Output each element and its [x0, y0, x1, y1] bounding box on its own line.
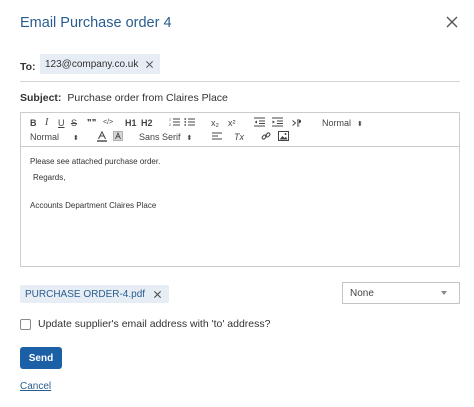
remove-attachment-icon[interactable] [153, 290, 162, 299]
indent-icon [272, 117, 283, 127]
heading1-button[interactable]: H1 [125, 117, 137, 129]
background-color-icon [113, 131, 123, 141]
subject-input[interactable]: Purchase order from Claires Place [67, 92, 227, 104]
to-label: To: [20, 60, 36, 73]
underline-button[interactable]: U [58, 117, 65, 129]
bold-button[interactable]: B [30, 117, 37, 129]
recipient-email: 123@company.co.uk [45, 58, 139, 70]
close-icon [446, 16, 458, 28]
blockquote-button[interactable]: ❞❞ [87, 117, 96, 129]
italic-button[interactable]: I [45, 117, 48, 129]
body-line-signature: Accounts Department Claires Place [30, 201, 157, 210]
editor-toolbar: B I U S ❞❞ </> H1 H2 12 x₂ x² ⁋ Normal ⬍ … [21, 113, 459, 147]
text-direction-button[interactable]: ⁋ [292, 117, 302, 129]
clear-format-button[interactable]: Tx [234, 131, 244, 143]
attachment-chip[interactable]: PURCHASE ORDER-4.pdf [20, 285, 170, 303]
send-button[interactable]: Send [20, 347, 62, 369]
svg-text:1: 1 [169, 118, 171, 122]
image-icon [278, 131, 289, 141]
bullet-list-button[interactable] [184, 117, 195, 129]
indent-button[interactable] [272, 117, 283, 129]
ordered-list-button[interactable]: 12 [169, 117, 180, 129]
chevron-down-icon [441, 291, 447, 295]
font-select-value: Sans Serif [139, 132, 181, 142]
outdent-icon [254, 117, 265, 127]
font-select[interactable]: Sans Serif ⬍ [139, 131, 192, 143]
template-select-value: None [350, 287, 374, 299]
font-select-caret-icon: ⬍ [186, 135, 193, 142]
to-row: To: 123@company.co.uk [20, 52, 460, 82]
text-color-icon [97, 130, 107, 142]
ordered-list-icon: 12 [169, 118, 180, 127]
align-button[interactable] [212, 131, 222, 143]
outdent-button[interactable] [254, 117, 265, 129]
strike-button[interactable]: S [71, 117, 77, 129]
template-select[interactable]: None [342, 282, 460, 304]
background-color-button[interactable] [113, 131, 123, 143]
code-block-button[interactable]: </> [103, 117, 113, 129]
subject-row: Subject: Purchase order from Claires Pla… [20, 88, 460, 108]
text-color-button[interactable] [97, 130, 107, 143]
header-select-caret-icon: ⬍ [73, 135, 79, 142]
update-email-label[interactable]: Update supplier's email address with 'to… [38, 318, 270, 330]
body-blank-line [30, 185, 450, 199]
email-body-editor[interactable]: Please see attached purchase order. Rega… [21, 147, 459, 221]
size-select-value: Normal [322, 118, 352, 128]
header-select[interactable]: Normal ⬍ [30, 131, 79, 143]
bullet-list-icon [184, 118, 195, 126]
email-editor: B I U S ❞❞ </> H1 H2 12 x₂ x² ⁋ Normal ⬍ … [20, 112, 460, 267]
pilcrow-icon: ⁋ [296, 118, 302, 128]
attachment-name: PURCHASE ORDER-4.pdf [25, 288, 146, 300]
recipient-chip[interactable]: 123@company.co.uk [40, 54, 161, 74]
close-button[interactable] [444, 14, 460, 30]
body-line-regards: Regards, [33, 173, 66, 182]
link-button[interactable] [261, 131, 271, 143]
heading2-button[interactable]: H2 [141, 117, 153, 129]
image-button[interactable] [278, 131, 289, 143]
subject-label: Subject: [20, 92, 62, 104]
subscript-button[interactable]: x₂ [211, 117, 219, 129]
body-line-message: Please see attached purchase order. [30, 157, 161, 166]
cancel-link[interactable]: Cancel [20, 381, 51, 392]
align-left-icon [212, 132, 222, 140]
update-email-option: Update supplier's email address with 'to… [20, 318, 270, 330]
size-select-caret-icon: ⬍ [357, 121, 363, 128]
size-select[interactable]: Normal ⬍ [322, 117, 363, 129]
superscript-button[interactable]: x² [228, 117, 236, 129]
dialog-title: Email Purchase order 4 [20, 15, 172, 31]
update-email-checkbox[interactable] [20, 318, 31, 330]
remove-recipient-icon[interactable] [145, 60, 154, 69]
link-icon [261, 132, 271, 140]
svg-text:2: 2 [169, 123, 171, 127]
header-select-value: Normal [30, 132, 60, 142]
